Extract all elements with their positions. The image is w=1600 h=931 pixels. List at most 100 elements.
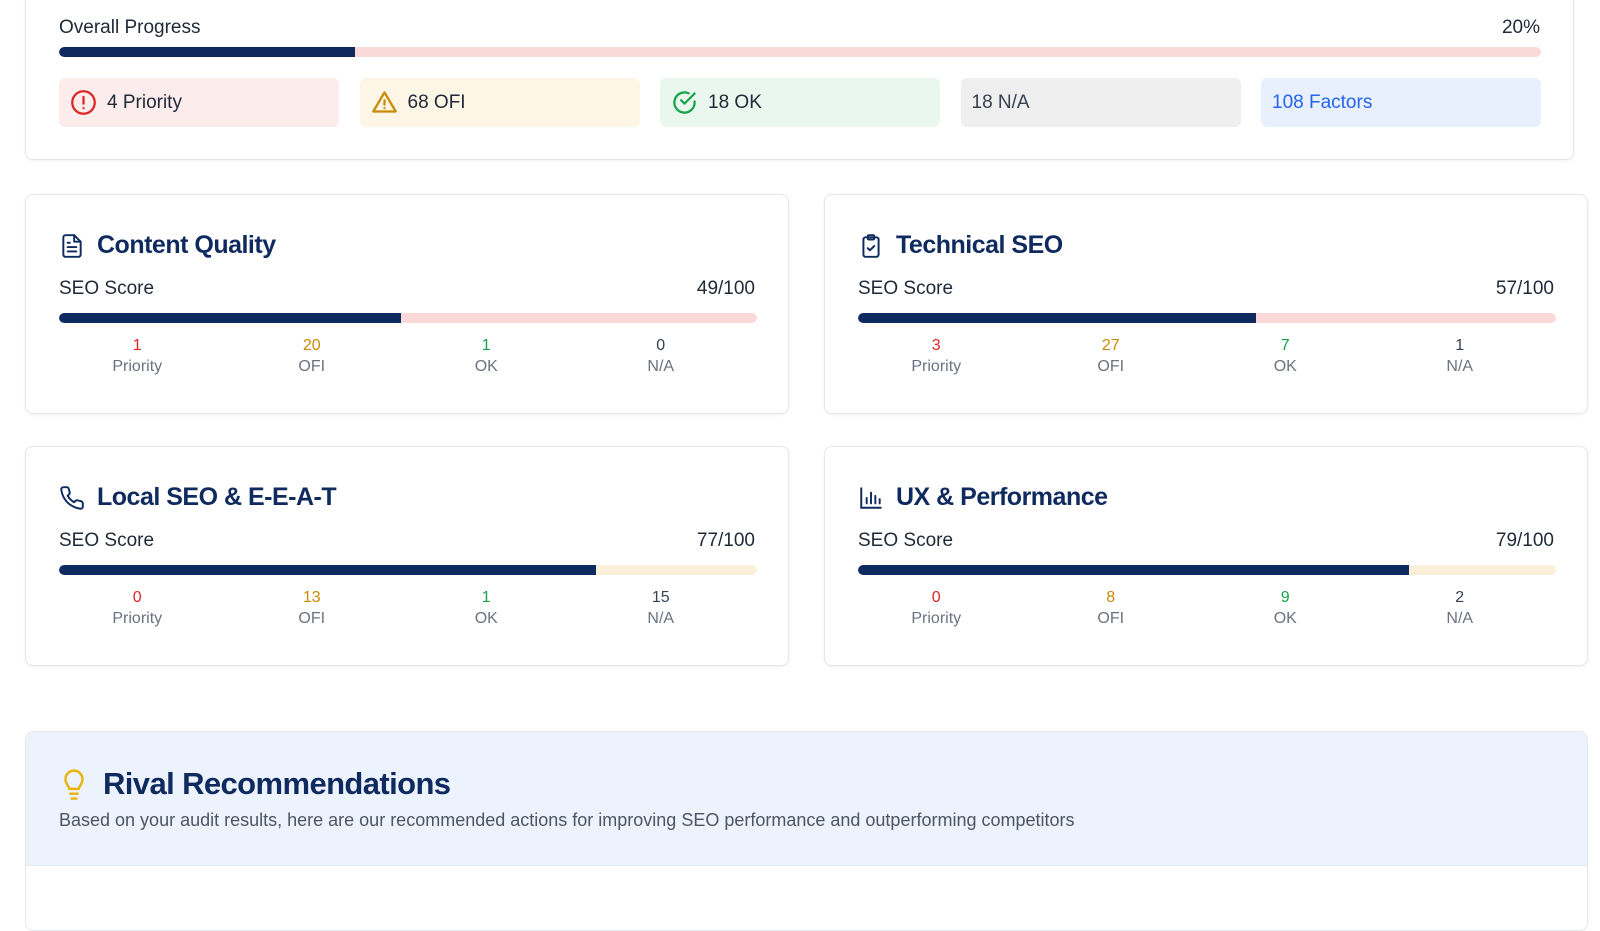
ofi-chip-label: 68 OFI — [407, 91, 466, 113]
ok-chip-label: 18 OK — [708, 91, 762, 113]
stat-priority-label: Priority — [112, 358, 163, 375]
score-bar — [858, 313, 1556, 323]
technical-seo-card[interactable]: Technical SEO SEO Score 57/100 3 Priority… — [824, 194, 1588, 414]
factors-chip[interactable]: 108 Factors — [1261, 78, 1541, 127]
score-value: 77/100 — [696, 530, 755, 551]
na-chip[interactable]: 18 N/A — [960, 78, 1241, 127]
stat-ofi-label: OFI — [298, 358, 326, 375]
stat-priority-label: Priority — [112, 610, 163, 627]
stat-ok-label: OK — [1273, 358, 1297, 375]
category-stats: 1 Priority 20 OFI 1 OK 0 N/A — [59, 336, 757, 378]
overall-progress-header: Overall Progress 20% — [59, 17, 1540, 39]
content-quality-title: Content Quality — [59, 231, 276, 260]
category-title: Technical SEO — [896, 231, 1063, 259]
score-bar-fill — [59, 565, 597, 575]
score-row: SEO Score 77/100 — [59, 530, 755, 552]
stat-ofi-label: OFI — [1097, 610, 1125, 627]
ux-performance-title: UX & Performance — [858, 483, 1108, 512]
lightbulb-icon — [64, 769, 84, 800]
score-value: 49/100 — [696, 278, 755, 299]
stat-priority-label: Priority — [911, 610, 962, 627]
score-bar — [59, 313, 757, 323]
warning-triangle-icon — [371, 91, 397, 113]
stat-ofi-label: OFI — [298, 610, 326, 627]
stat-na: 2 N/A — [1382, 588, 1557, 630]
category-stats: 0 Priority 13 OFI 1 OK 15 N/A — [59, 588, 757, 630]
stat-ofi-count: 27 — [1101, 337, 1120, 354]
score-value: 57/100 — [1495, 278, 1554, 299]
na-chip-label: 18 N/A — [971, 91, 1030, 113]
rival-recommendations-title: Rival Recommendations — [59, 766, 451, 802]
stat-priority: 3 Priority — [858, 336, 1033, 378]
ok-chip[interactable]: 18 OK — [660, 78, 940, 127]
overall-progress-bar — [59, 47, 1541, 57]
score-bar-fill — [59, 313, 402, 323]
phone-icon — [60, 485, 84, 510]
stat-ok: 1 OK — [408, 336, 583, 378]
summary-chips: 4 Priority 68 OFI 18 OK 18 N/A 108 Facto… — [59, 78, 1541, 127]
stat-ok-count: 7 — [1280, 337, 1290, 354]
stat-priority: 1 Priority — [59, 336, 234, 378]
overall-progress-label: Overall Progress — [59, 17, 201, 38]
stat-ok-count: 9 — [1280, 589, 1290, 606]
stat-ok: 7 OK — [1207, 336, 1382, 378]
local-seo-card[interactable]: Local SEO & E-E-A-T SEO Score 77/100 0 Pr… — [25, 446, 789, 666]
score-label: SEO Score — [59, 278, 155, 299]
overall-progress-card: Overall Progress 20% 4 Priority 68 OFI 1… — [25, 0, 1574, 160]
technical-seo-title: Technical SEO — [858, 231, 1063, 260]
factors-chip-label: 108 Factors — [1272, 91, 1373, 113]
overall-progress-fill — [59, 47, 356, 57]
stat-priority-count: 0 — [132, 589, 142, 606]
overall-progress-percent: 20% — [1501, 17, 1540, 38]
stat-priority-count: 1 — [132, 337, 142, 354]
content-quality-card[interactable]: Content Quality SEO Score 49/100 1 Priori… — [25, 194, 789, 414]
score-row: SEO Score 57/100 — [858, 278, 1554, 300]
category-stats: 3 Priority 27 OFI 7 OK 1 N/A — [858, 336, 1556, 378]
score-label: SEO Score — [858, 278, 954, 299]
stat-na-count: 2 — [1455, 589, 1465, 606]
score-row: SEO Score 49/100 — [59, 278, 755, 300]
score-bar — [59, 565, 757, 575]
stat-na: 15 N/A — [583, 588, 758, 630]
priority-chip[interactable]: 4 Priority — [59, 78, 339, 127]
rival-recommendations-header: Rival Recommendations Based on your audi… — [26, 732, 1587, 866]
score-row: SEO Score 79/100 — [858, 530, 1554, 552]
stat-na: 1 N/A — [1382, 336, 1557, 378]
score-label: SEO Score — [59, 530, 155, 551]
ux-performance-card[interactable]: UX & Performance SEO Score 79/100 0 Prior… — [824, 446, 1588, 666]
stat-ofi: 13 OFI — [234, 588, 409, 630]
stat-ok-label: OK — [474, 610, 498, 627]
stat-ofi: 27 OFI — [1033, 336, 1208, 378]
stat-na-count: 1 — [1455, 337, 1465, 354]
stat-ok-label: OK — [1273, 610, 1297, 627]
bar-chart-icon — [860, 486, 882, 509]
stat-ofi: 8 OFI — [1033, 588, 1208, 630]
stat-priority: 0 Priority — [858, 588, 1033, 630]
stat-na-count: 0 — [656, 337, 666, 354]
alert-circle-icon — [71, 90, 96, 115]
category-stats: 0 Priority 8 OFI 9 OK 2 N/A — [858, 588, 1556, 630]
category-title: Content Quality — [97, 231, 276, 259]
stat-ofi: 20 OFI — [234, 336, 409, 378]
stat-ofi-count: 8 — [1106, 589, 1116, 606]
check-circle-icon — [673, 91, 696, 114]
stat-priority-count: 0 — [931, 589, 941, 606]
priority-chip-label: 4 Priority — [107, 91, 182, 113]
score-label: SEO Score — [858, 530, 954, 551]
stat-na-count: 15 — [651, 589, 670, 606]
stat-ok: 9 OK — [1207, 588, 1382, 630]
document-icon — [62, 233, 82, 258]
score-bar — [858, 565, 1556, 575]
stat-priority: 0 Priority — [59, 588, 234, 630]
ofi-chip[interactable]: 68 OFI — [359, 78, 640, 127]
local-seo-title: Local SEO & E-E-A-T — [59, 483, 337, 512]
stat-ok-label: OK — [474, 358, 498, 375]
stat-na-label: N/A — [647, 358, 675, 375]
stat-ok-count: 1 — [481, 589, 491, 606]
stat-ofi-count: 13 — [302, 589, 321, 606]
stat-priority-count: 3 — [931, 337, 941, 354]
stat-ok-count: 1 — [481, 337, 491, 354]
score-bar-fill — [858, 313, 1256, 323]
stat-ofi-label: OFI — [1097, 358, 1125, 375]
score-value: 79/100 — [1495, 530, 1554, 551]
